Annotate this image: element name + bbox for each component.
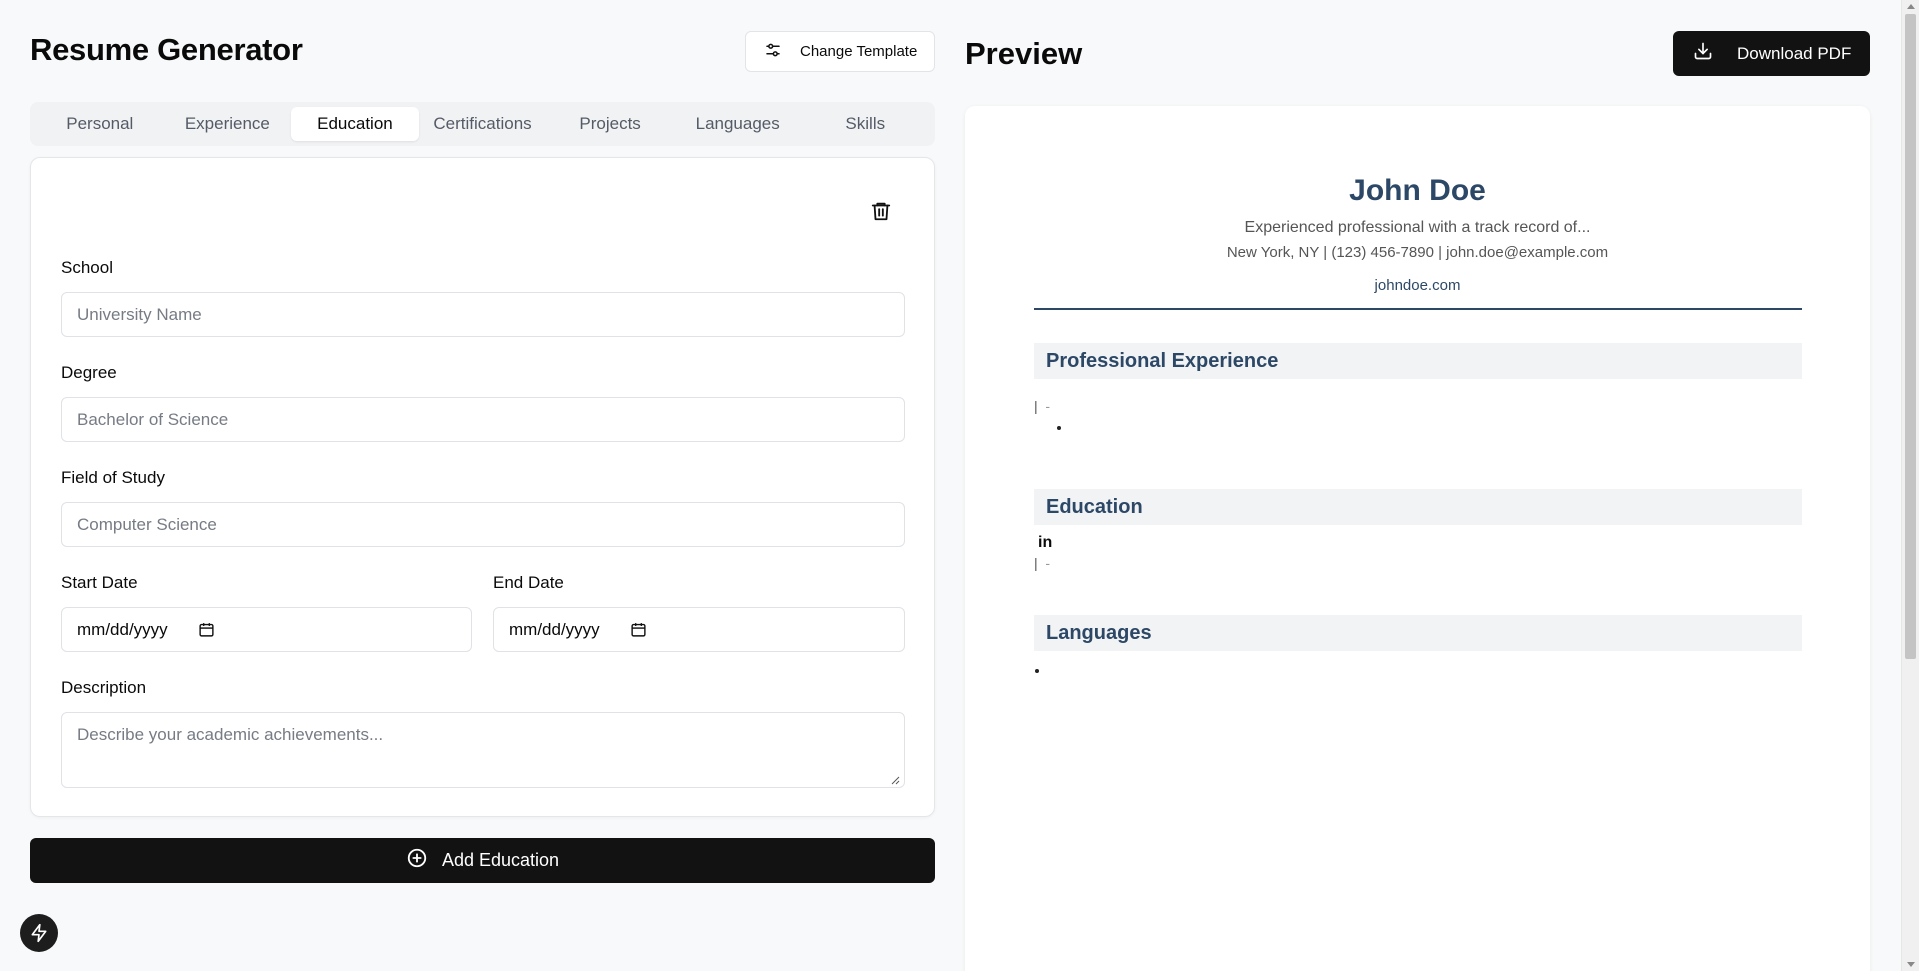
education-card: School Degree Field of Study Start Date … — [30, 157, 935, 817]
change-template-button[interactable]: Change Template — [745, 31, 935, 72]
resume-section-experience: Professional Experience — [1034, 343, 1802, 379]
editor-header: Resume Generator Change Template — [30, 0, 935, 102]
experience-separator: | — [1034, 398, 1038, 414]
tab-experience[interactable]: Experience — [164, 107, 292, 141]
resume-divider — [1034, 308, 1802, 310]
languages-bullet — [1035, 669, 1039, 673]
resume-section-languages: Languages — [1034, 615, 1802, 651]
resume-contact: New York, NY | (123) 456-7890 | john.doe… — [1226, 244, 1609, 261]
education-dash: - — [1045, 555, 1051, 571]
school-input[interactable] — [61, 292, 905, 337]
field-of-study-input[interactable] — [61, 502, 905, 547]
resume-website: johndoe.com — [1374, 277, 1461, 294]
experience-dash: - — [1045, 398, 1051, 414]
experience-meta: | - — [1034, 398, 1050, 414]
end-date-value: mm/dd/yyyy — [509, 619, 600, 639]
calendar-icon[interactable] — [630, 621, 647, 638]
description-label: Description — [61, 678, 147, 697]
end-date-label: End Date — [493, 573, 564, 592]
field-of-study-label: Field of Study — [61, 468, 165, 487]
tab-languages[interactable]: Languages — [674, 107, 802, 141]
scrollbar-thumb[interactable] — [1905, 14, 1916, 659]
download-icon — [1693, 41, 1713, 66]
scroll-down-arrow-icon[interactable] — [1907, 962, 1915, 967]
download-pdf-label: Download PDF — [1737, 43, 1852, 63]
resume-name: John Doe — [1349, 174, 1486, 207]
tab-projects[interactable]: Projects — [546, 107, 674, 141]
education-meta: | - — [1034, 555, 1050, 571]
education-separator: | — [1034, 555, 1038, 571]
resume-summary: Experienced professional with a track re… — [1244, 219, 1591, 236]
lightning-icon[interactable] — [20, 914, 58, 952]
section-tabs: Personal Experience Education Certificat… — [30, 102, 935, 146]
start-date-input[interactable]: mm/dd/yyyy — [61, 607, 472, 652]
start-date-label: Start Date — [61, 573, 138, 592]
preview-title: Preview — [965, 36, 1083, 71]
app-title: Resume Generator — [30, 32, 303, 67]
sliders-icon — [764, 41, 782, 63]
add-education-label: Add Education — [441, 850, 560, 870]
tab-certifications[interactable]: Certifications — [419, 107, 547, 141]
resize-grip-icon[interactable] — [890, 775, 900, 785]
calendar-icon[interactable] — [198, 621, 215, 638]
end-date-input[interactable]: mm/dd/yyyy — [493, 607, 905, 652]
description-textarea[interactable] — [61, 712, 905, 788]
experience-bullet — [1057, 426, 1061, 430]
page-scrollbar[interactable] — [1901, 0, 1919, 971]
resume-section-education: Education — [1034, 489, 1802, 525]
plus-circle-icon — [406, 847, 428, 874]
download-pdf-button[interactable]: Download PDF — [1673, 31, 1870, 76]
trash-icon[interactable] — [870, 200, 892, 222]
tab-skills[interactable]: Skills — [801, 107, 929, 141]
add-education-button[interactable]: Add Education — [30, 838, 935, 883]
degree-input[interactable] — [61, 397, 905, 442]
tab-education[interactable]: Education — [291, 107, 419, 141]
degree-label: Degree — [61, 363, 117, 382]
start-date-value: mm/dd/yyyy — [77, 619, 168, 639]
tab-personal[interactable]: Personal — [36, 107, 164, 141]
resume-preview: John Doe Experienced professional with a… — [965, 106, 1870, 971]
education-degree-line: in — [1038, 534, 1053, 551]
scroll-up-arrow-icon[interactable] — [1907, 4, 1915, 9]
change-template-label: Change Template — [800, 43, 918, 60]
editor-panel: Resume Generator Change Template Persona… — [30, 0, 935, 883]
school-label: School — [61, 258, 113, 277]
